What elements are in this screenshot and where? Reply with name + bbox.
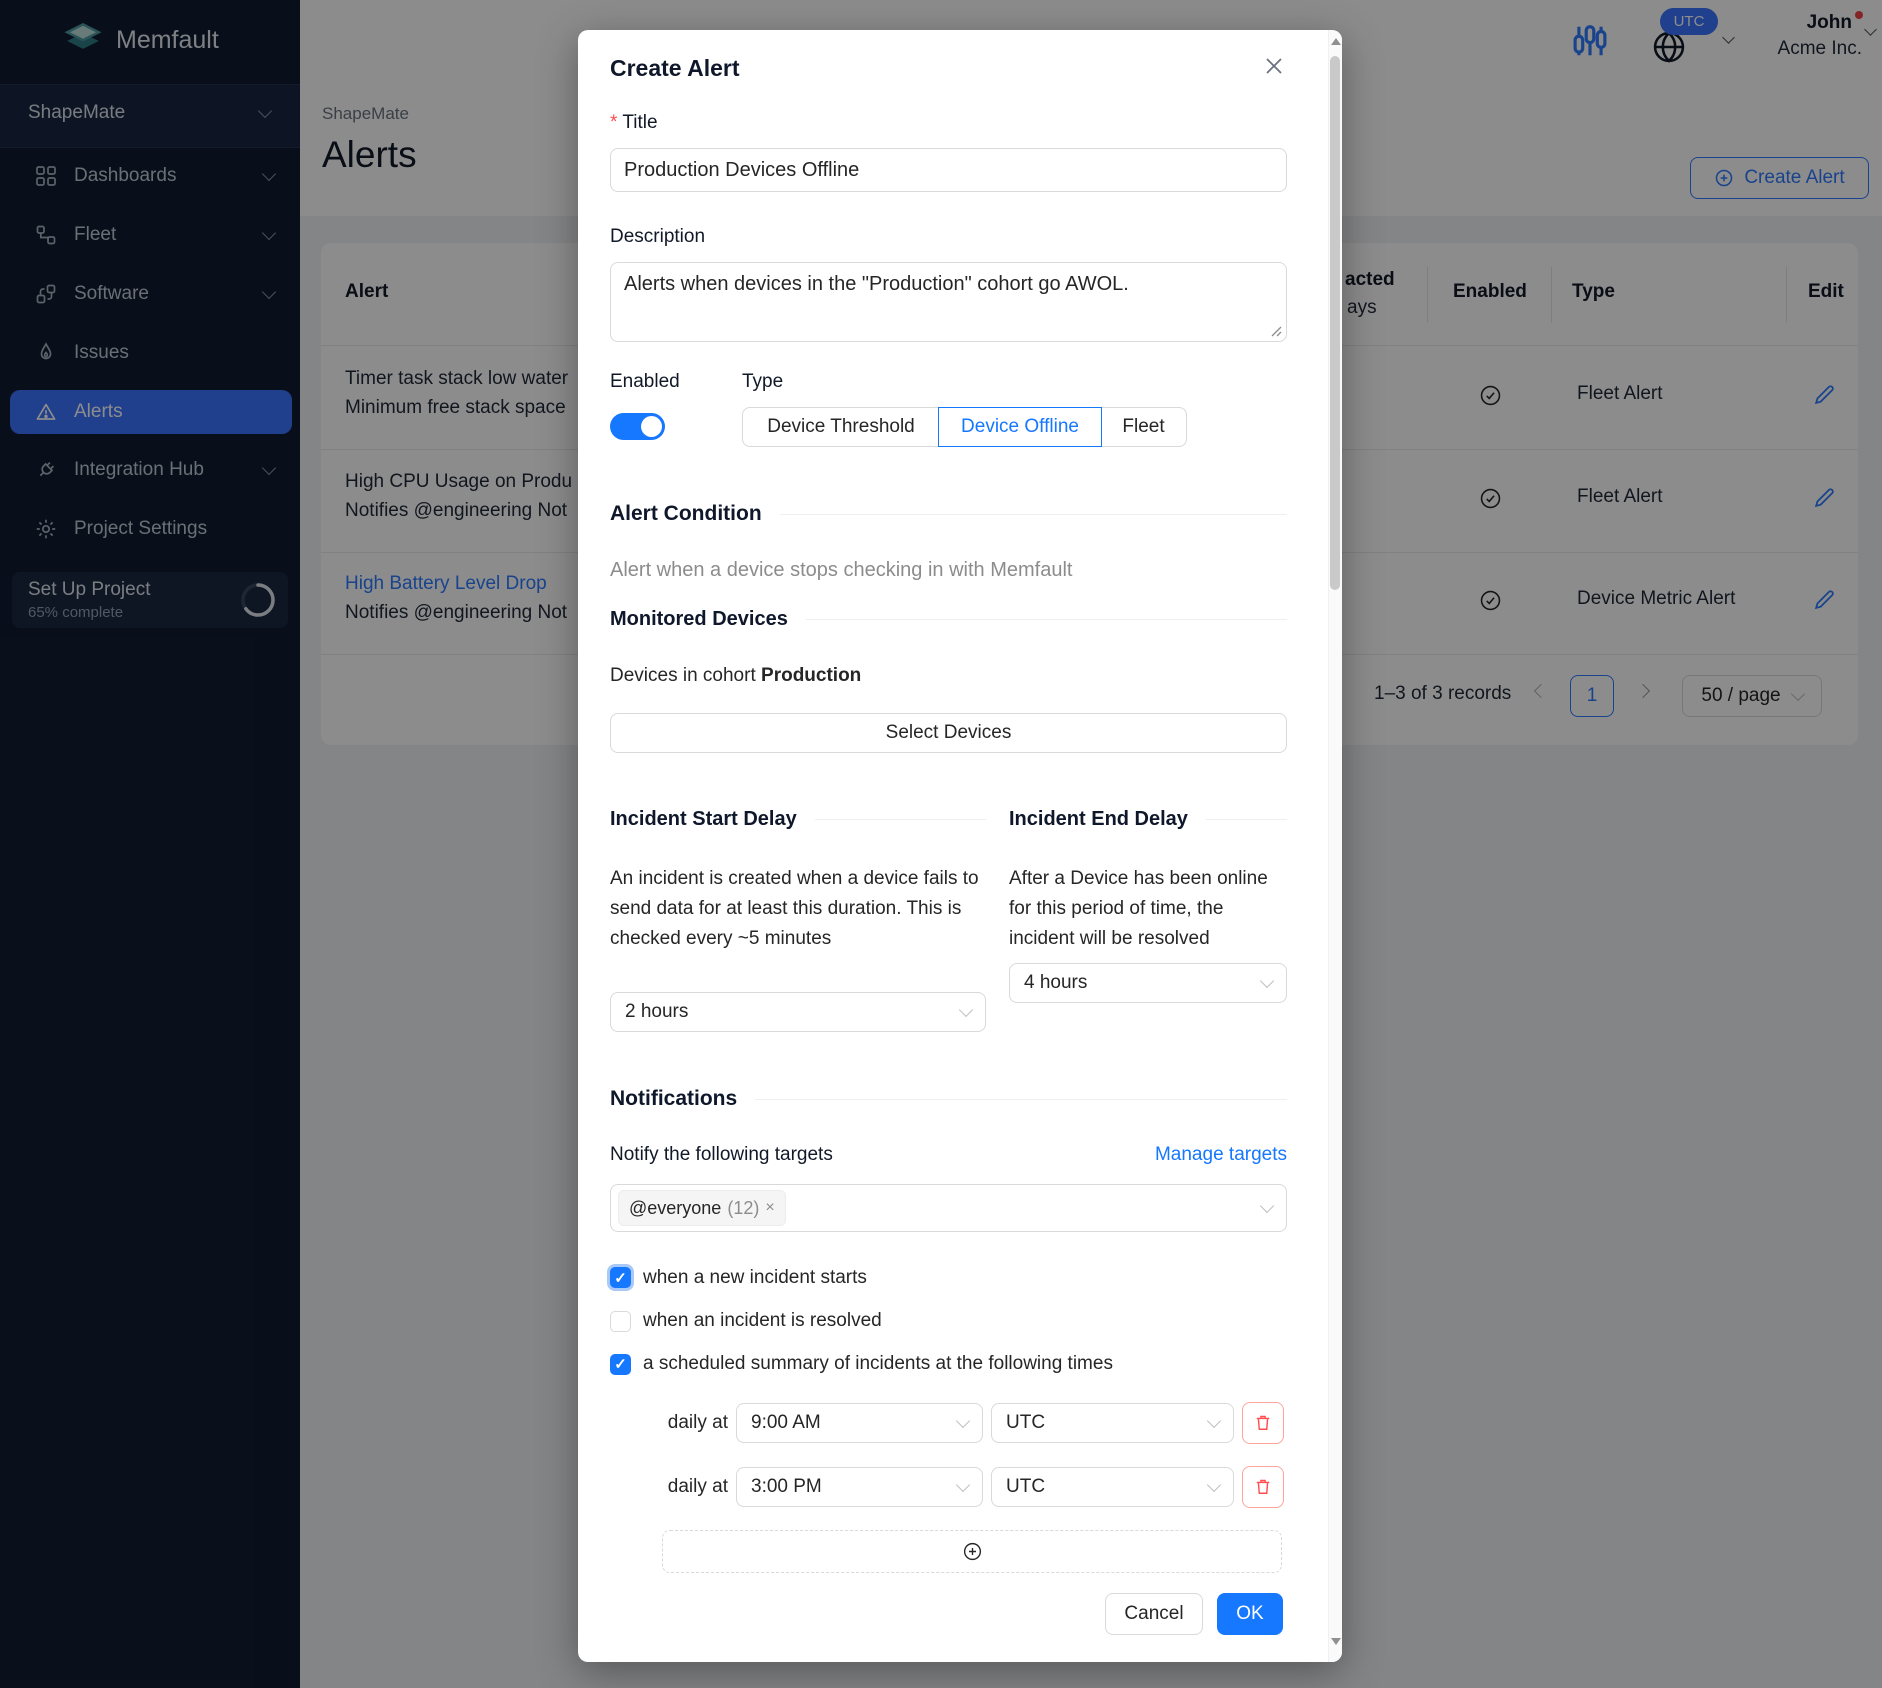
trash-icon (1253, 1477, 1273, 1497)
divider (1206, 819, 1287, 820)
schedule-row: daily at 9:00 AM UTC (662, 1402, 1284, 1444)
alert-condition-text: Alert when a device stops checking in wi… (610, 559, 1072, 582)
chevron-down-icon (959, 1002, 973, 1016)
manage-targets-link[interactable]: Manage targets (610, 1144, 1287, 1166)
required-asterisk: * (610, 112, 617, 133)
plus-circle-icon (962, 1541, 983, 1562)
chevron-down-icon (1207, 1477, 1221, 1491)
incident-start-delay-select[interactable]: 2 hours (610, 992, 986, 1032)
chevron-down-icon (956, 1477, 970, 1491)
target-tag-everyone[interactable]: @everyone (12) × (618, 1190, 786, 1226)
select-devices-button[interactable]: Select Devices (610, 713, 1287, 753)
notifications-heading: Notifications (610, 1087, 737, 1111)
incident-end-delay-text: After a Device has been online for this … (1009, 864, 1287, 954)
divider (780, 514, 1287, 515)
description-value: Alerts when devices in the "Production" … (624, 273, 1129, 295)
chevron-down-icon (1260, 1198, 1274, 1212)
incident-start-delay-text: An incident is created when a device fai… (610, 864, 986, 954)
divider (806, 619, 1287, 620)
checkbox-label: a scheduled summary of incidents at the … (643, 1353, 1113, 1375)
add-schedule-button[interactable] (662, 1530, 1282, 1573)
scrollbar-up-arrow[interactable] (1331, 38, 1341, 45)
schedule-time-select[interactable]: 9:00 AM (736, 1403, 983, 1443)
divider (815, 819, 986, 820)
ok-button[interactable]: OK (1217, 1593, 1283, 1635)
checkbox-label: when a new incident starts (643, 1267, 867, 1289)
title-field-label: Title (622, 112, 657, 133)
chevron-down-icon (956, 1413, 970, 1427)
type-option-fleet[interactable]: Fleet (1101, 408, 1186, 446)
chevron-down-icon (1207, 1413, 1221, 1427)
schedule-time-value: 3:00 PM (751, 1476, 822, 1498)
cancel-button[interactable]: Cancel (1105, 1593, 1203, 1635)
description-field-label: Description (610, 226, 705, 248)
schedule-tz-select[interactable]: UTC (991, 1467, 1234, 1507)
checkbox-checked-icon[interactable]: ✓ (610, 1267, 631, 1288)
schedule-tz-select[interactable]: UTC (991, 1403, 1234, 1443)
delete-schedule-button[interactable] (1242, 1466, 1284, 1508)
schedule-prefix: daily at (662, 1412, 728, 1434)
create-alert-modal: Create Alert * Title Description Alerts … (578, 30, 1342, 1662)
cohort-name: Production (761, 665, 861, 686)
cohort-prefix: Devices in cohort (610, 665, 761, 686)
monitored-devices-heading: Monitored Devices (610, 608, 788, 631)
description-textarea[interactable]: Alerts when devices in the "Production" … (610, 262, 1287, 342)
resize-handle-icon[interactable] (1270, 325, 1283, 338)
close-icon[interactable] (1262, 54, 1286, 78)
enabled-label: Enabled (610, 371, 680, 393)
checkbox-unchecked-icon[interactable] (610, 1311, 631, 1332)
checkbox-checked-icon[interactable]: ✓ (610, 1354, 631, 1375)
incident-start-delay-heading: Incident Start Delay (610, 808, 797, 831)
divider (755, 1099, 1287, 1100)
schedule-tz-value: UTC (1006, 1412, 1045, 1434)
incident-end-delay-value: 4 hours (1024, 972, 1087, 994)
schedule-row: daily at 3:00 PM UTC (662, 1466, 1284, 1508)
title-input[interactable] (610, 148, 1287, 192)
checkbox-focus-ring: ✓ (607, 1264, 634, 1291)
target-tag-name: @everyone (629, 1198, 721, 1219)
scrollbar-down-arrow[interactable] (1331, 1638, 1341, 1645)
schedule-tz-value: UTC (1006, 1476, 1045, 1498)
enabled-toggle[interactable] (610, 413, 665, 440)
targets-multiselect[interactable]: @everyone (12) × (610, 1184, 1287, 1232)
checkbox-row-new-incident[interactable]: ✓ when a new incident starts (610, 1264, 867, 1291)
modal-title: Create Alert (610, 55, 740, 82)
type-option-device-offline-selected[interactable]: Device Offline (938, 407, 1102, 447)
type-label: Type (742, 371, 783, 393)
delete-schedule-button[interactable] (1242, 1402, 1284, 1444)
toggle-knob (641, 416, 662, 437)
schedule-prefix: daily at (662, 1476, 728, 1498)
schedule-time-select[interactable]: 3:00 PM (736, 1467, 983, 1507)
app-root: UTC John Acme Inc. ShapeMate Alerts Crea… (0, 0, 1882, 1688)
chevron-down-icon (1260, 973, 1274, 987)
type-segmented-control: Device Threshold Device Offline Fleet (742, 407, 1187, 447)
scrollbar-thumb[interactable] (1330, 56, 1340, 590)
incident-end-delay-select[interactable]: 4 hours (1009, 963, 1287, 1003)
incident-start-delay-value: 2 hours (625, 1001, 688, 1023)
type-option-device-threshold[interactable]: Device Threshold (743, 408, 939, 446)
checkbox-label: when an incident is resolved (643, 1310, 882, 1332)
checkbox-row-scheduled-summary[interactable]: ✓ a scheduled summary of incidents at th… (610, 1353, 1113, 1375)
trash-icon (1253, 1413, 1273, 1433)
target-tag-count: (12) (727, 1198, 759, 1219)
alert-condition-heading: Alert Condition (610, 502, 762, 526)
checkbox-row-incident-resolved[interactable]: when an incident is resolved (610, 1310, 882, 1332)
schedule-time-value: 9:00 AM (751, 1412, 821, 1434)
target-tag-remove-icon[interactable]: × (765, 1199, 774, 1217)
incident-end-delay-heading: Incident End Delay (1009, 808, 1188, 831)
